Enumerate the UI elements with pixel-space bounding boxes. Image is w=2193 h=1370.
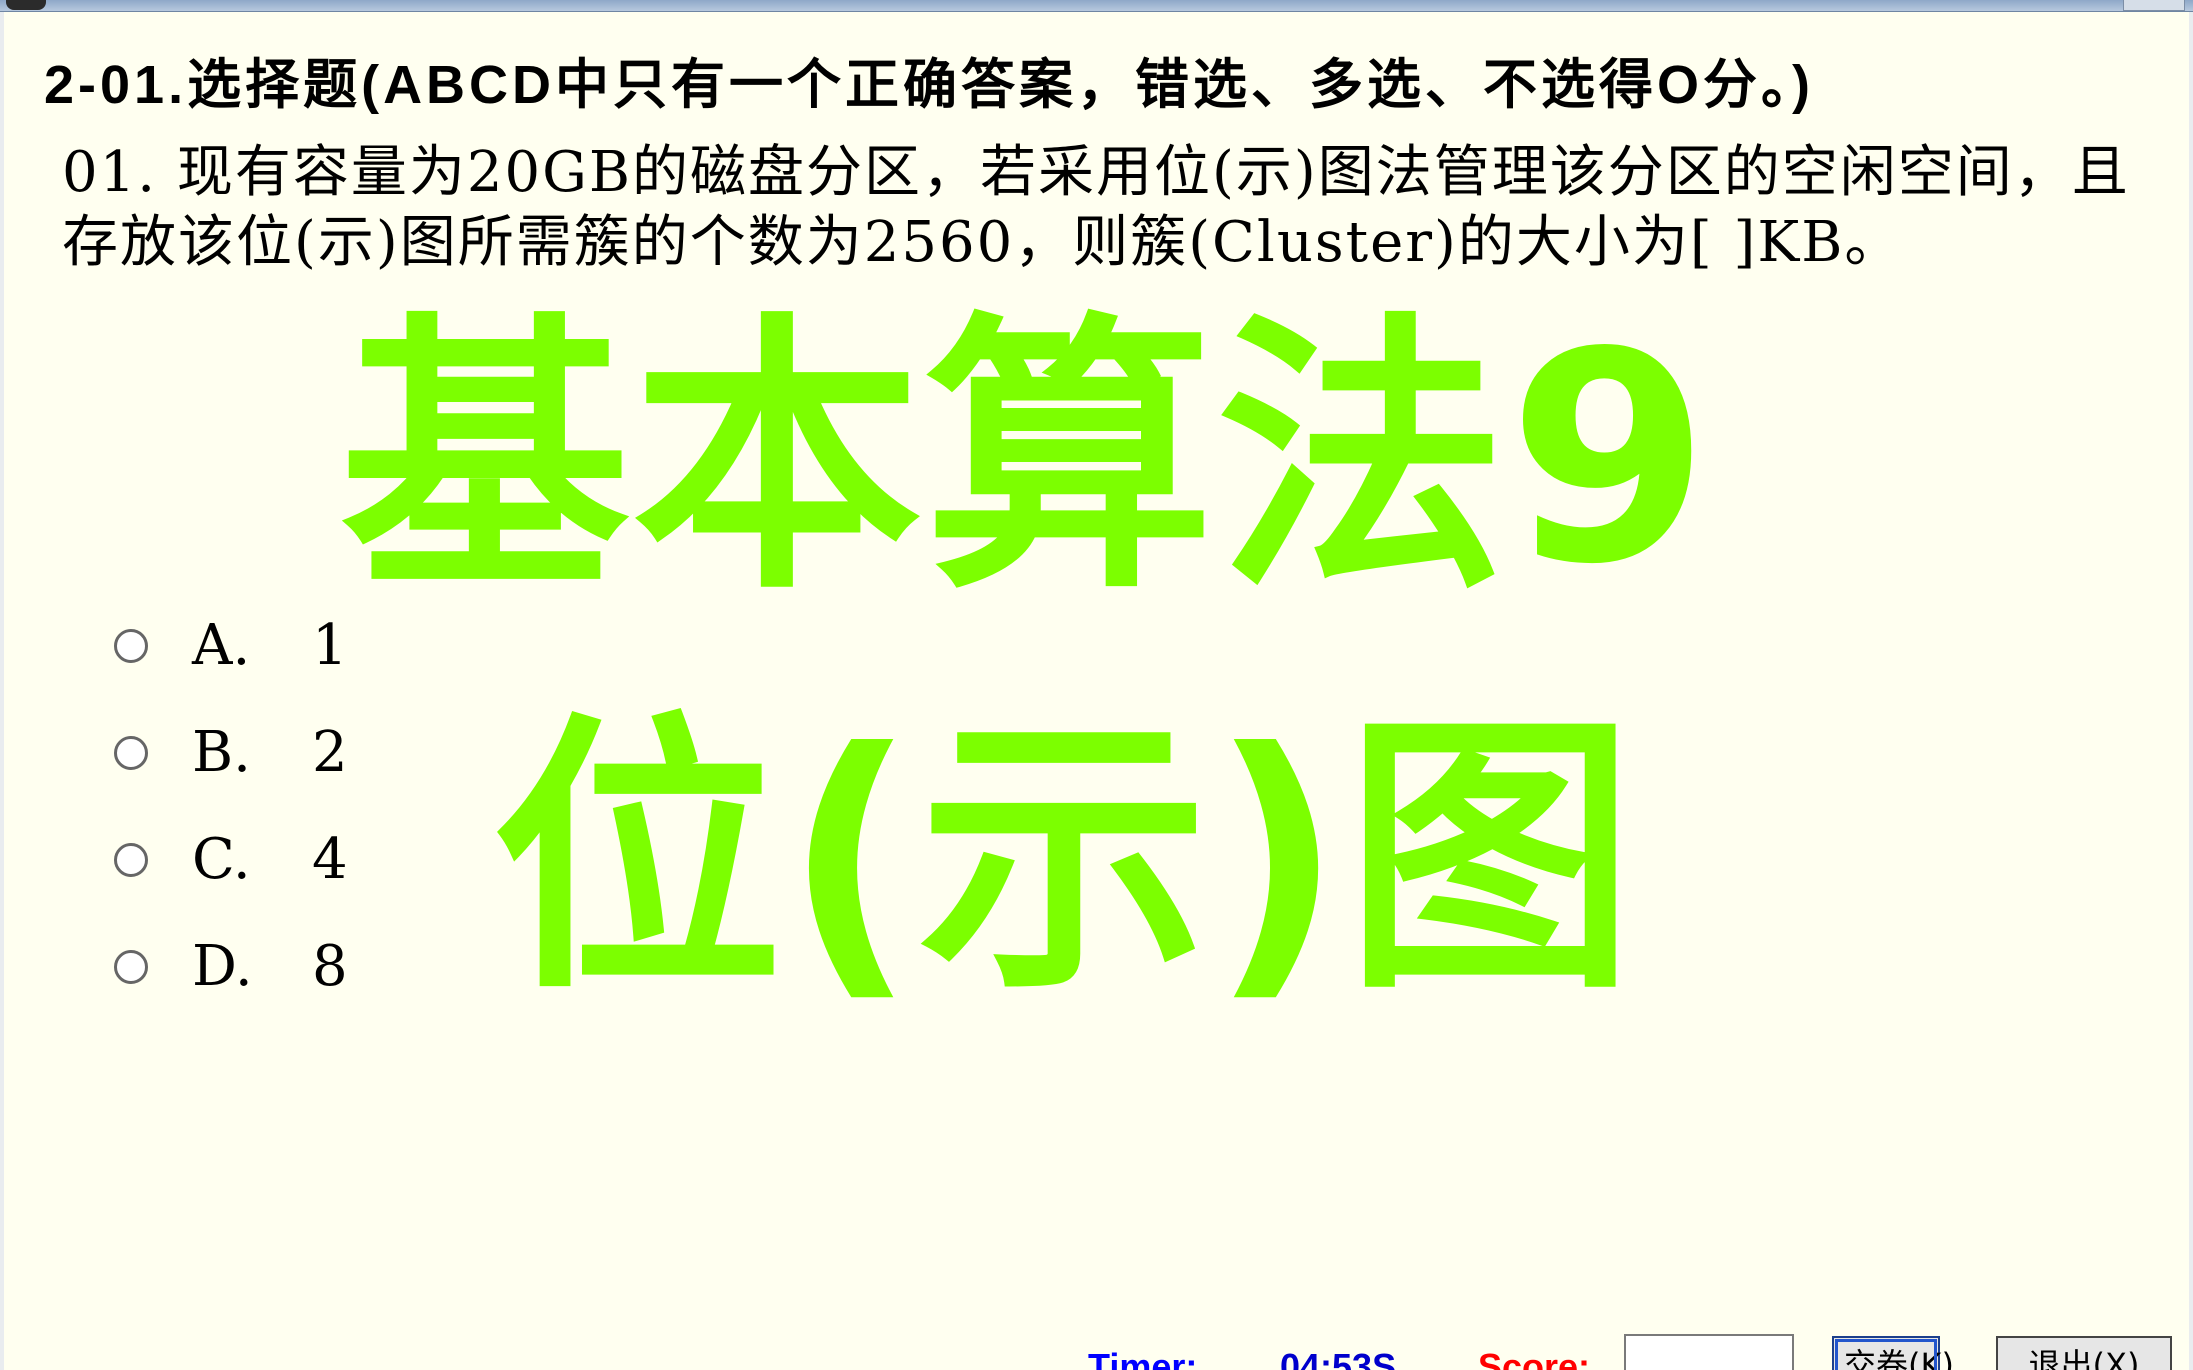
- radio-option-d[interactable]: [114, 949, 148, 984]
- option-c[interactable]: C. 4: [114, 806, 348, 913]
- option-a-letter: A.: [192, 613, 251, 678]
- score-label: Score:: [1478, 1346, 1591, 1370]
- option-b-value: 2: [312, 720, 348, 785]
- option-b-letter: B.: [192, 720, 251, 785]
- score-field[interactable]: [1624, 1334, 1794, 1370]
- timer-value: 04:53S: [1280, 1346, 1397, 1370]
- app-icon: [6, 0, 46, 10]
- close-button[interactable]: [2123, 0, 2185, 11]
- exit-button[interactable]: 退出(X): [1996, 1336, 2172, 1370]
- window-right-border: [2189, 12, 2193, 1370]
- option-c-value: 4: [312, 827, 348, 892]
- option-a[interactable]: A. 1: [114, 592, 348, 699]
- status-bar: Timer: 04:53S Score: 交卷(K) 退出(X): [1080, 1330, 2190, 1370]
- radio-option-b[interactable]: [114, 735, 148, 770]
- option-d-letter: D.: [192, 934, 253, 999]
- question-text: 01. 现有容量为20GB的磁盘分区，若采用位(示)图法管理该分区的空闲空间，且…: [62, 140, 2130, 275]
- title-bar: [0, 0, 2193, 12]
- exam-window: 2-01.选择题(ABCD中只有一个正确答案，错选、多选、不选得O分。) 01.…: [0, 0, 2193, 1370]
- option-d-value: 8: [312, 934, 348, 999]
- option-a-value: 1: [312, 613, 348, 678]
- answer-options: A. 1 B. 2 C. 4 D. 8: [114, 592, 348, 1020]
- radio-option-a[interactable]: [114, 628, 148, 663]
- overlay-title-line1: 基本算法9: [340, 291, 1712, 628]
- window-left-border: [0, 12, 4, 1370]
- option-d[interactable]: D. 8: [114, 913, 348, 1020]
- overlay-title-line2: 位(示)图: [492, 691, 1638, 1028]
- option-b[interactable]: B. 2: [114, 699, 348, 806]
- radio-option-c[interactable]: [114, 842, 148, 877]
- option-c-letter: C.: [192, 827, 251, 892]
- timer-label: Timer:: [1088, 1346, 1198, 1370]
- section-title: 2-01.选择题(ABCD中只有一个正确答案，错选、多选、不选得O分。): [44, 55, 1815, 115]
- submit-button[interactable]: 交卷(K): [1832, 1336, 1954, 1370]
